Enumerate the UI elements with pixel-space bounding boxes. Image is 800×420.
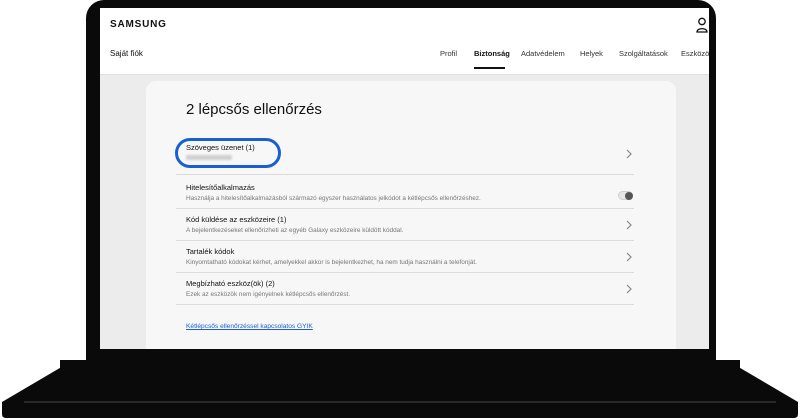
user-icon[interactable] — [696, 17, 708, 33]
item-title: Hitelesítőalkalmazás — [186, 183, 255, 192]
divider — [176, 240, 634, 241]
authenticator-toggle[interactable] — [618, 191, 633, 200]
two-step-verification-card: 2 lépcsős ellenőrzés Szöveges üzenet (1)… — [146, 81, 676, 349]
nav-privacy[interactable]: Adatvédelem — [521, 49, 565, 58]
screen: SAMSUNG Saját fiók Profil Biztonság Adat… — [100, 8, 709, 349]
divider — [176, 272, 634, 273]
nav-profile[interactable]: Profil — [440, 49, 457, 58]
samsung-logo[interactable]: SAMSUNG — [110, 19, 167, 30]
active-tab-indicator — [474, 67, 505, 69]
nav-security[interactable]: Biztonság — [474, 49, 510, 58]
divider — [176, 208, 634, 209]
divider — [176, 304, 634, 305]
item-description: Ezek az eszközök nem igényelnek kétlépcs… — [186, 291, 351, 298]
divider — [176, 174, 634, 175]
chevron-right-icon — [626, 220, 632, 230]
item-description: A bejelentkezéseket ellenőrizheti az egy… — [186, 227, 404, 234]
toggle-knob — [625, 192, 633, 200]
chevron-right-icon — [626, 284, 632, 294]
item-title: Tartalék kódok — [186, 247, 235, 256]
faq-link[interactable]: Kétlépcsős ellenőrzéssel kapcsolatos GYI… — [186, 323, 313, 330]
chevron-right-icon — [626, 252, 632, 262]
item-title: Megbízható eszköz(ök) (2) — [186, 279, 275, 288]
account-label[interactable]: Saját fiók — [110, 49, 143, 58]
top-bar: SAMSUNG Saját fiók Profil Biztonság Adat… — [100, 8, 709, 75]
nav-services[interactable]: Szolgáltatások — [619, 49, 668, 58]
page-title: 2 lépcsős ellenőrzés — [186, 101, 322, 118]
item-description: Kinyomtatható kódokat kérhet, amelyekkel… — [186, 259, 477, 266]
item-title: Kód küldése az eszközeire (1) — [186, 215, 287, 224]
chevron-right-icon — [626, 149, 632, 159]
item-description: Használja a hitelesítőalkalmazásból szár… — [186, 195, 481, 202]
nav-devices[interactable]: Eszközök — [681, 49, 709, 58]
highlight-circle — [175, 138, 281, 168]
nav-places[interactable]: Helyek — [580, 49, 603, 58]
laptop-base — [2, 362, 798, 418]
